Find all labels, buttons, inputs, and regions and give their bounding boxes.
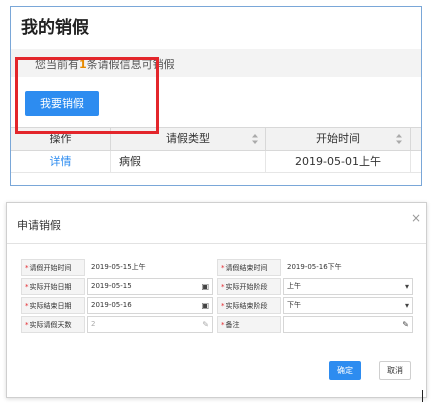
- dialog-title: 申请销假: [17, 219, 61, 232]
- pencil-icon[interactable]: ✎: [402, 318, 409, 332]
- act-start-date-label: *实际开始日期: [21, 278, 85, 295]
- req-start-label: *请假开始时间: [21, 259, 85, 276]
- text-cursor: [422, 390, 423, 402]
- act-days-field: 2 ✎: [87, 316, 213, 333]
- act-end-period-select[interactable]: 下午 ▾: [283, 297, 413, 314]
- column-header-leave-type-label: 请假类型: [166, 132, 210, 145]
- apply-cancel-leave-dialog: 申请销假 × *请假开始时间 2019-05-15上午 *请假结束时间 2019…: [6, 202, 427, 398]
- act-start-period-label: *实际开始阶段: [217, 278, 281, 295]
- calendar-icon[interactable]: ▣: [201, 299, 209, 313]
- leave-cancel-panel: 我的销假 您当前有1条请假信息可销假 我要销假 操作 请假类型 开始时间 详情 …: [10, 6, 422, 186]
- chevron-down-icon: ▾: [404, 301, 409, 310]
- act-end-date-field[interactable]: 2019-05-16 ▣: [87, 297, 213, 314]
- page-title: 我的销假: [21, 18, 89, 38]
- detail-link[interactable]: 详情: [11, 151, 111, 172]
- calendar-icon[interactable]: ▣: [201, 280, 209, 294]
- chevron-down-icon: ▾: [404, 282, 409, 291]
- cell-leave-type: 病假: [111, 151, 266, 172]
- act-start-date-field[interactable]: 2019-05-15 ▣: [87, 278, 213, 295]
- act-end-period-label: *实际结束阶段: [217, 297, 281, 314]
- highlight-box: [15, 57, 159, 134]
- req-start-value: 2019-05-15上午: [91, 263, 146, 271]
- close-icon[interactable]: ×: [411, 211, 421, 225]
- cancel-button[interactable]: 取消: [379, 361, 411, 380]
- act-days-label: *实际请假天数: [21, 316, 85, 333]
- req-end-label: *请假结束时间: [217, 259, 281, 276]
- req-end-value: 2019-05-16下午: [287, 263, 342, 271]
- column-header-start-time[interactable]: 开始时间: [266, 128, 411, 150]
- divider: [7, 243, 426, 244]
- sort-icon[interactable]: [395, 133, 403, 145]
- pencil-icon: ✎: [202, 320, 209, 329]
- table-row: 详情 病假 2019-05-01上午: [11, 151, 421, 173]
- remark-label: *备注: [217, 316, 281, 333]
- act-end-date-label: *实际结束日期: [21, 297, 85, 314]
- column-header-start-time-label: 开始时间: [316, 132, 360, 145]
- remark-field[interactable]: ✎: [283, 316, 413, 333]
- confirm-button[interactable]: 确定: [329, 361, 361, 380]
- act-start-period-select[interactable]: 上午 ▾: [283, 278, 413, 295]
- sort-icon[interactable]: [251, 133, 259, 145]
- cell-start-time: 2019-05-01上午: [266, 151, 411, 172]
